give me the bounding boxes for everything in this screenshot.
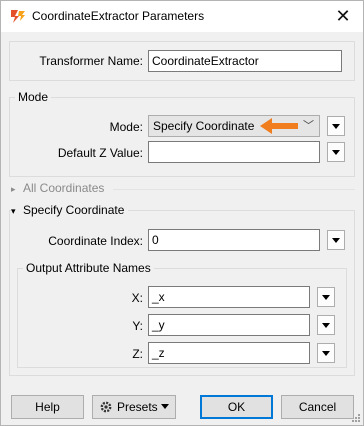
x-menu-button[interactable] bbox=[317, 287, 335, 307]
specify-coordinate-section[interactable]: ▾ Specify Coordinate bbox=[11, 203, 129, 217]
specify-coordinate-label: Specify Coordinate bbox=[23, 203, 125, 217]
mode-group bbox=[9, 97, 355, 177]
mode-menu-button[interactable] bbox=[327, 116, 345, 136]
coordinate-index-menu-button[interactable] bbox=[327, 230, 345, 250]
mode-group-legend: Mode bbox=[15, 90, 52, 104]
y-menu-button[interactable] bbox=[317, 315, 335, 335]
fme-transformer-icon bbox=[11, 10, 25, 23]
gear-icon bbox=[100, 401, 112, 413]
transformer-name-label: Transformer Name: bbox=[39, 54, 143, 68]
close-icon[interactable]: ✕ bbox=[329, 3, 357, 29]
output-attribute-legend: Output Attribute Names bbox=[23, 261, 154, 275]
chevron-down-icon bbox=[161, 404, 169, 409]
section-divider bbox=[113, 189, 355, 190]
resize-grip-icon[interactable] bbox=[351, 413, 361, 423]
chevron-down-icon: ▾ bbox=[11, 206, 16, 216]
x-label: X: bbox=[131, 291, 143, 305]
ok-button[interactable]: OK bbox=[200, 395, 273, 419]
y-attribute-field[interactable]: _y bbox=[148, 314, 310, 336]
mode-select-value: Specify Coordinate bbox=[153, 119, 255, 133]
orange-arrow-left-icon bbox=[260, 118, 298, 134]
help-button[interactable]: Help bbox=[11, 395, 84, 419]
title-bar[interactable]: CoordinateExtractor Parameters ✕ bbox=[1, 1, 363, 32]
coordinate-index-field[interactable]: 0 bbox=[148, 229, 320, 251]
mode-label: Mode: bbox=[109, 120, 143, 134]
x-attribute-field[interactable]: _x bbox=[148, 286, 310, 308]
chevron-right-icon: ▸ bbox=[11, 184, 16, 194]
all-coordinates-section[interactable]: ▸ All Coordinates bbox=[11, 181, 104, 195]
z-attribute-field[interactable]: _z bbox=[148, 342, 310, 364]
presets-button[interactable]: Presets bbox=[92, 395, 176, 419]
y-label: Y: bbox=[132, 319, 143, 333]
dialog-window: CoordinateExtractor Parameters ✕ Transfo… bbox=[0, 0, 364, 426]
z-label: Z: bbox=[132, 347, 143, 361]
transformer-name-field[interactable]: CoordinateExtractor bbox=[148, 50, 342, 72]
window-title: CoordinateExtractor Parameters bbox=[32, 9, 205, 23]
dialog-content: Transformer Name: CoordinateExtractor Mo… bbox=[1, 32, 363, 425]
coordinate-index-label: Coordinate Index: bbox=[48, 234, 143, 248]
z-menu-button[interactable] bbox=[317, 343, 335, 363]
cancel-button[interactable]: Cancel bbox=[281, 395, 354, 419]
all-coordinates-label: All Coordinates bbox=[23, 181, 105, 195]
presets-label: Presets bbox=[117, 400, 158, 414]
chevron-down-icon: ﹀ bbox=[303, 120, 314, 132]
default-z-label: Default Z Value: bbox=[57, 146, 143, 160]
default-z-field[interactable] bbox=[148, 141, 320, 163]
default-z-menu-button[interactable] bbox=[327, 142, 345, 162]
